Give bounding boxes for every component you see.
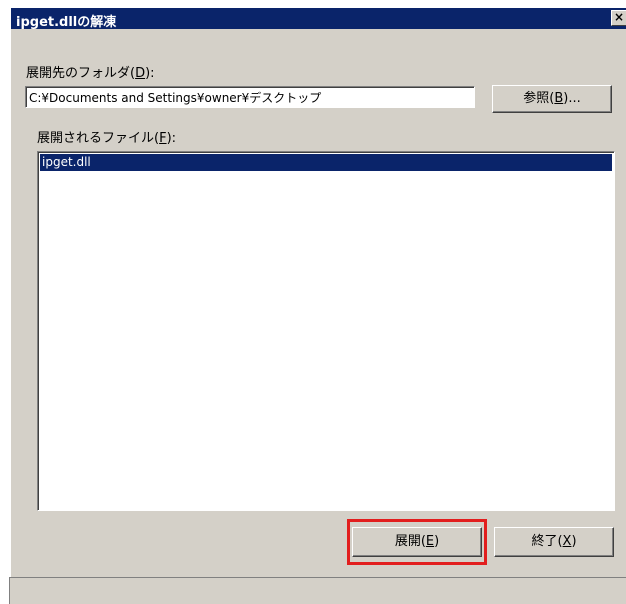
- close-icon: ×: [613, 10, 625, 24]
- browse-button-label: 参照(: [523, 91, 555, 106]
- browse-button-accesskey: B: [554, 91, 564, 106]
- browse-button-suffix: )...: [563, 91, 581, 106]
- exit-button[interactable]: 終了(X): [494, 527, 614, 557]
- exit-button-label: 終了(: [531, 534, 563, 549]
- files-label-text: 展開されるファイル(: [37, 131, 160, 146]
- list-item[interactable]: ipget.dll: [40, 154, 612, 171]
- window-title: ipget.dllの解凍: [16, 15, 117, 30]
- destination-folder-label: 展開先のフォルダ(D):: [26, 62, 155, 81]
- files-label: 展開されるファイル(F):: [37, 127, 176, 146]
- title-bar[interactable]: ipget.dllの解凍 ×: [11, 8, 626, 30]
- files-label-suffix: ):: [166, 131, 177, 146]
- destination-path-field[interactable]: C:¥Documents and Settings¥owner¥デスクトップ: [25, 86, 475, 108]
- file-list[interactable]: ipget.dll: [37, 151, 615, 511]
- files-label-accesskey: F: [159, 131, 167, 146]
- destination-label-accesskey: D: [135, 66, 146, 81]
- destination-label-text: 展開先のフォルダ(: [26, 66, 136, 81]
- browse-button[interactable]: 参照(B)...: [492, 85, 612, 113]
- highlight-box: [347, 519, 487, 565]
- destination-label-suffix: ):: [145, 66, 155, 81]
- exit-button-suffix: ): [571, 534, 577, 549]
- status-bar: [9, 577, 626, 604]
- close-button[interactable]: ×: [611, 10, 626, 26]
